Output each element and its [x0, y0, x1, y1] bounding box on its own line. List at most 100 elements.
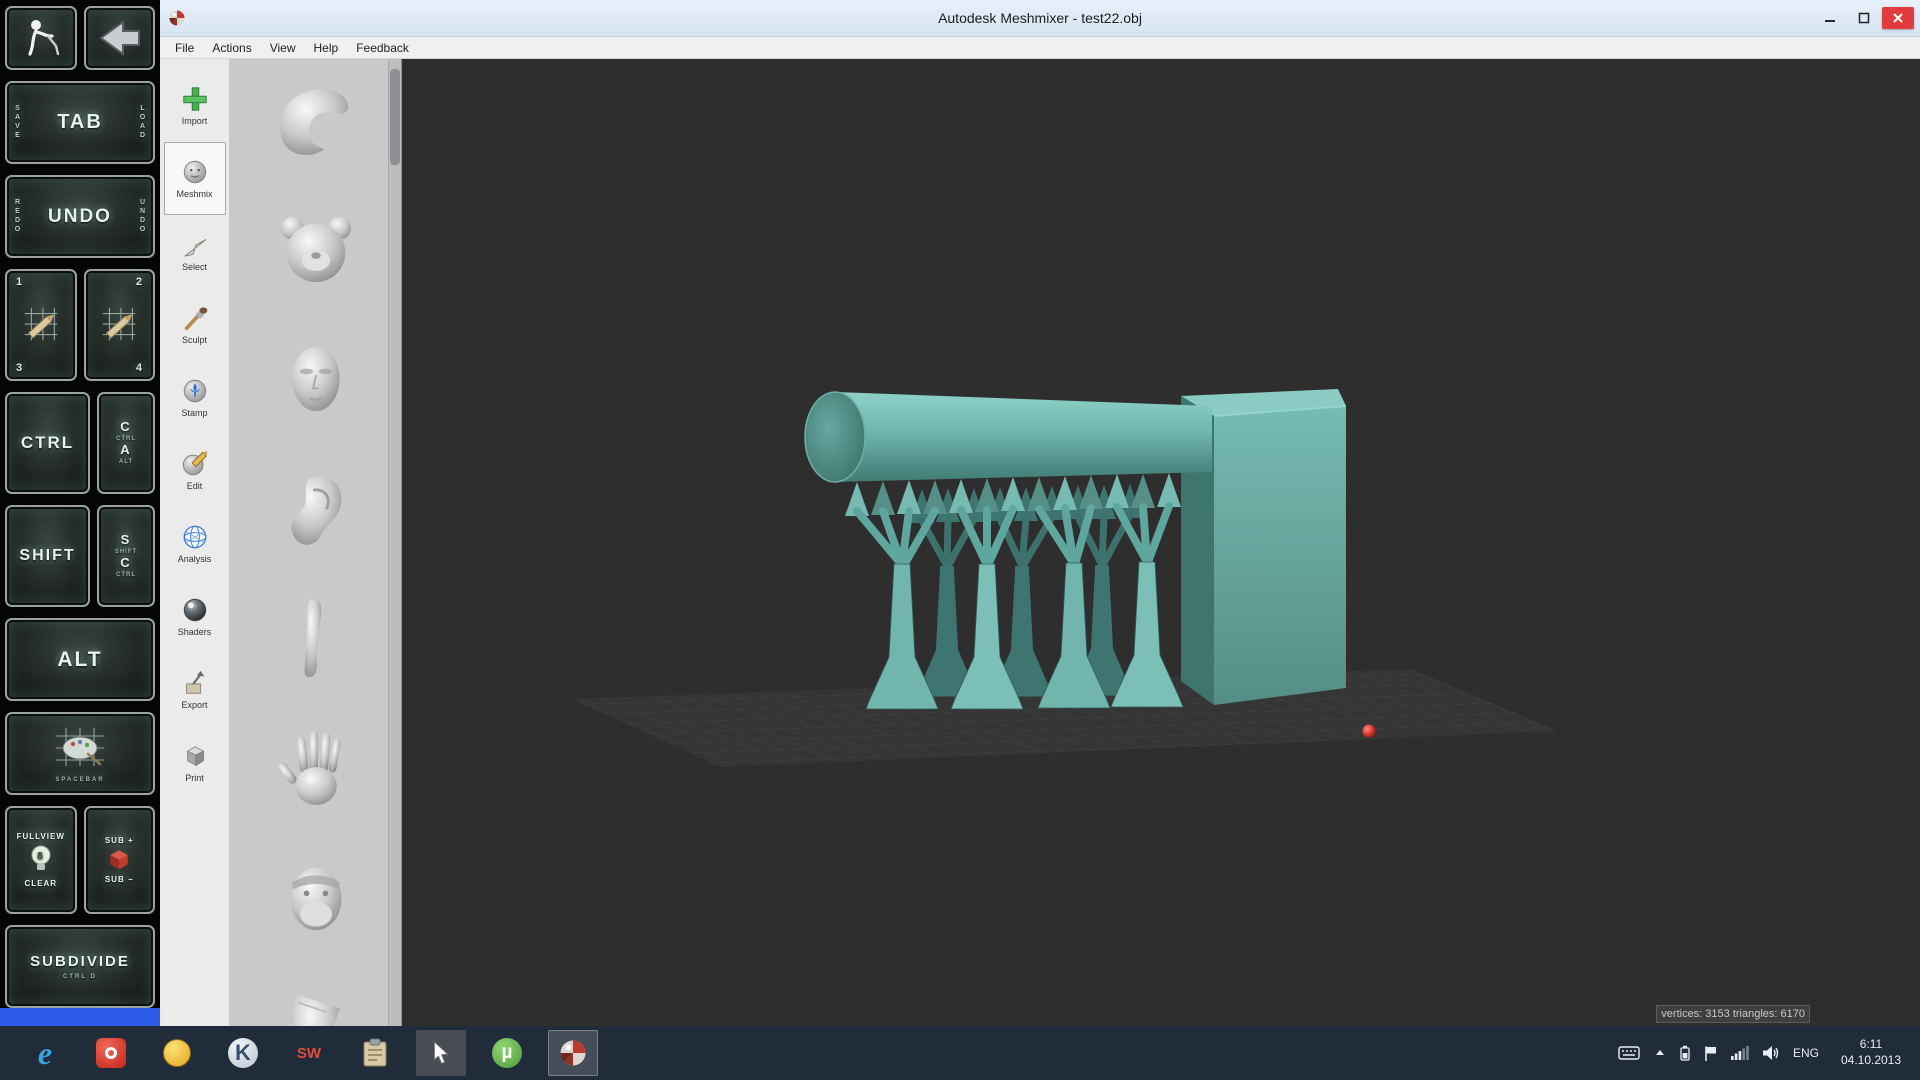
straight-arm-thumb: [264, 593, 368, 685]
hotkey-shift-button[interactable]: SHIFT: [5, 505, 90, 607]
ctrl-label: CTRL: [21, 433, 74, 453]
taskbar: e K SW: [0, 1026, 1920, 1080]
clock[interactable]: 6:11 04.10.2013: [1832, 1037, 1910, 1068]
part-thumbnail-human-face[interactable]: [260, 331, 372, 427]
shift-ctrl-key2: C: [120, 556, 131, 571]
minimize-button[interactable]: [1814, 7, 1846, 29]
hotkey-undo-button[interactable]: REDO UNDO UNDO: [5, 175, 155, 258]
arrow-left-icon: [93, 16, 145, 60]
tool-edit[interactable]: Edit: [164, 434, 226, 507]
menu-feedback[interactable]: Feedback: [347, 39, 418, 57]
sub-plus-label: SUB +: [105, 836, 134, 845]
import-icon: [181, 85, 209, 113]
back-button[interactable]: [84, 6, 156, 70]
palette-scrollbar[interactable]: [388, 59, 401, 1026]
edit-icon: [181, 450, 209, 478]
part-thumbnail-flexed-arm[interactable]: [260, 71, 372, 167]
menu-actions[interactable]: Actions: [203, 39, 260, 57]
tab-side-right-label: LOAD: [139, 105, 146, 141]
red-marker-sphere[interactable]: [1363, 725, 1376, 738]
tool-select[interactable]: Select: [164, 215, 226, 288]
undo-side-left-label: REDO: [14, 199, 21, 235]
hotkey-subdivision-level-button[interactable]: SUB + SUB −: [84, 806, 156, 914]
shaders-icon: [181, 596, 209, 624]
3d-viewport-canvas[interactable]: [402, 59, 1920, 1026]
taskbar-yellow-app-icon[interactable]: [152, 1030, 202, 1076]
tool-stamp[interactable]: Stamp: [164, 361, 226, 434]
part-thumbnail-straight-arm[interactable]: [260, 591, 372, 687]
viewport: vertices: 3153 triangles: 6170: [402, 59, 1920, 1026]
ctrl-alt-key1: C: [120, 420, 131, 435]
hotkey-alt-button[interactable]: ALT: [5, 618, 155, 701]
pencil-grid-icon: [98, 304, 140, 346]
titlebar[interactable]: Autodesk Meshmixer - test22.obj: [160, 0, 1920, 37]
svg-text:8: 8: [37, 851, 45, 862]
red-cube-icon: [107, 848, 131, 872]
shift-label: SHIFT: [19, 547, 75, 565]
hotkey-subdivide-button[interactable]: SUBDIVIDE CTRL D: [5, 925, 155, 1008]
taskbar-internet-explorer-icon[interactable]: e: [20, 1030, 70, 1076]
menu-help[interactable]: Help: [305, 39, 348, 57]
tool-analysis[interactable]: Analysis: [164, 507, 226, 580]
taskbar-utorrent-icon[interactable]: µ: [482, 1030, 532, 1076]
tool-export[interactable]: Export: [164, 653, 226, 726]
taskbar-pointer-app-icon[interactable]: [416, 1030, 466, 1076]
hotkey-brush-1-3-button[interactable]: 1 3: [5, 269, 77, 381]
subdivide-shortcut-label: CTRL D: [63, 974, 97, 980]
main-toolbar: Import Meshmix Select: [160, 59, 230, 1026]
hotkey-shift-ctrl-button[interactable]: S SHIFT C CTRL: [97, 505, 155, 607]
hotkey-brush-2-4-button[interactable]: 2 4: [84, 269, 156, 381]
show-hidden-icons-chevron[interactable]: [1653, 1047, 1667, 1059]
palette-grid-icon: [52, 724, 108, 770]
palette-scrollbar-thumb[interactable]: [390, 69, 400, 165]
action-center-flag-icon[interactable]: [1703, 1045, 1718, 1062]
tool-sculpt[interactable]: Sculpt: [164, 288, 226, 361]
tool-print[interactable]: Print: [164, 726, 226, 799]
part-thumbnail-horn[interactable]: [260, 981, 372, 1026]
hotkey-fullview-button[interactable]: FULLVIEW 8 CLEAR: [5, 806, 77, 914]
tool-shaders[interactable]: Shaders: [164, 580, 226, 653]
network-signal-icon[interactable]: [1731, 1046, 1749, 1061]
part-thumbnail-ear[interactable]: [260, 461, 372, 557]
ctrl-alt-sub2: ALT: [119, 458, 133, 466]
meshmix-parts-palette: [230, 59, 402, 1026]
hotkey-ctrl-alt-button[interactable]: C CTRL A ALT: [97, 392, 155, 494]
undo-label: UNDO: [21, 206, 139, 228]
sculpt-icon: [181, 304, 209, 332]
hotkey-spacebar-button[interactable]: SPACEBAR: [5, 712, 155, 795]
spacebar-label: SPACEBAR: [55, 777, 104, 783]
close-button[interactable]: [1882, 7, 1914, 29]
hotkey-1-label: 1: [16, 276, 24, 288]
menu-view[interactable]: View: [261, 39, 305, 57]
part-thumbnail-bear-head[interactable]: [260, 201, 372, 297]
keyboard-icon[interactable]: [1618, 1046, 1640, 1060]
taskbar-meshmixer-icon[interactable]: [548, 1030, 598, 1076]
battery-icon[interactable]: [1680, 1045, 1690, 1061]
menu-file[interactable]: File: [166, 39, 203, 57]
system-tray: ENG 6:11 04.10.2013: [1618, 1037, 1910, 1068]
tool-meshmix[interactable]: Meshmix: [164, 142, 226, 215]
part-thumbnail-hand[interactable]: [260, 721, 372, 817]
tool-import[interactable]: Import: [164, 69, 226, 142]
taskbar-apps: e K SW: [12, 1030, 606, 1076]
mesh-stats-readout: vertices: 3153 triangles: 6170: [1656, 1005, 1810, 1023]
meshmixer-window: Autodesk Meshmixer - test22.obj File: [160, 0, 1920, 1026]
taskbar-notes-app-icon[interactable]: [350, 1030, 400, 1076]
hotkey-ctrl-button[interactable]: CTRL: [5, 392, 90, 494]
sculptor-logo-icon: [19, 16, 63, 60]
taskbar-red-media-app-icon[interactable]: [86, 1030, 136, 1076]
part-thumbnail-primate-face[interactable]: [260, 851, 372, 947]
hotkey-overlay-panel: SAVE TAB LOAD REDO UNDO UNDO 1 3: [0, 0, 160, 1008]
language-indicator[interactable]: ENG: [1793, 1046, 1819, 1060]
taskbar-kmplayer-icon[interactable]: K: [218, 1030, 268, 1076]
clock-date: 04.10.2013: [1832, 1053, 1910, 1069]
volume-icon[interactable]: [1762, 1045, 1780, 1061]
fullview-label: FULLVIEW: [17, 832, 65, 841]
primate-face-thumb: [264, 853, 368, 945]
hotkey-tab-button[interactable]: SAVE TAB LOAD: [5, 81, 155, 164]
bear-head-thumb: [264, 203, 368, 295]
sculpt-app-logo-button[interactable]: [5, 6, 77, 70]
taskbar-solidworks-icon[interactable]: SW: [284, 1030, 334, 1076]
maximize-button[interactable]: [1848, 7, 1880, 29]
lightbulb-icon: 8: [28, 844, 54, 876]
